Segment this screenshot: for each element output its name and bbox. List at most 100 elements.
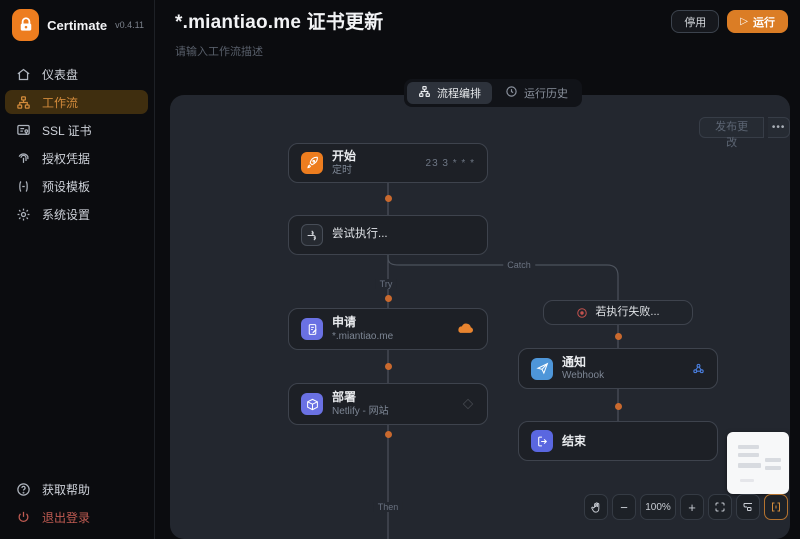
tab-run-history[interactable]: 运行历史 xyxy=(494,82,579,104)
node-try-block[interactable]: 尝试执行... xyxy=(288,215,488,255)
header-buttons: 停用 ▷ 运行 xyxy=(671,10,788,33)
add-node-dot[interactable] xyxy=(614,402,622,410)
node-on-failure[interactable]: 若执行失败... xyxy=(543,300,693,325)
sidebar-nav: 仪表盘 工作流 SSL 证书 授权凭据 预设模板 系统设置 xyxy=(5,62,148,230)
sidebar-item-label: 退出登录 xyxy=(42,510,91,525)
canvas-controls: − 100% + xyxy=(584,494,788,520)
hand-icon xyxy=(590,501,603,514)
minimap-node xyxy=(740,479,754,482)
run-button[interactable]: ▷ 运行 xyxy=(727,10,788,33)
node-notify[interactable]: 通知 Webhook xyxy=(518,348,718,389)
node-title: 尝试执行... xyxy=(332,228,388,241)
minimap-node xyxy=(765,466,781,470)
node-deploy[interactable]: 部署 Netlify - 网站 xyxy=(288,383,488,425)
flow-icon xyxy=(418,85,431,101)
template-icon xyxy=(15,178,31,194)
lock-icon xyxy=(12,9,40,41)
node-subtitle: Netlify - 网站 xyxy=(332,405,389,417)
fit-view-icon xyxy=(714,501,726,513)
app-name: Certimate xyxy=(47,17,108,33)
plus-icon: + xyxy=(688,499,696,515)
node-end[interactable]: 结束 xyxy=(518,421,718,461)
node-cron-expression: 23 3 * * * xyxy=(425,157,475,169)
add-node-dot[interactable] xyxy=(384,194,392,202)
auto-layout-icon xyxy=(742,501,754,513)
split-icon xyxy=(301,224,323,246)
minimap-node xyxy=(738,445,759,449)
workflow-canvas[interactable]: 发布更改 ••• Try Catch Then 开始 定时 23 3 * * *… xyxy=(170,95,790,539)
publish-changes-button[interactable]: 发布更改 xyxy=(699,117,765,149)
run-button-label: 运行 xyxy=(753,16,775,29)
zoom-in-button[interactable]: + xyxy=(680,494,704,520)
minimap-node xyxy=(765,458,781,462)
sidebar-item-logout[interactable]: 退出登录 xyxy=(5,505,148,529)
sidebar-item-label: 工作流 xyxy=(42,95,79,110)
settings-icon xyxy=(15,206,31,222)
sidebar-item-ssl-certificates[interactable]: SSL 证书 xyxy=(5,118,148,142)
branch-label-then: Then xyxy=(373,502,403,512)
zoom-level-button[interactable]: 100% xyxy=(640,494,676,520)
certimate-app: Certimate v0.4.11 仪表盘 工作流 SSL 证书 授权凭据 预设… xyxy=(0,0,800,539)
help-icon xyxy=(15,481,31,497)
dashboard-icon xyxy=(15,66,31,82)
tab-label: 运行历史 xyxy=(524,88,568,100)
canvas-tabbar: 流程编排 运行历史 xyxy=(404,79,582,107)
branch-label-try: Try xyxy=(375,279,397,289)
scroll-pen-icon xyxy=(301,318,323,340)
minus-icon: − xyxy=(620,499,628,515)
node-subtitle: *.miantiao.me xyxy=(332,330,394,342)
minimap-node xyxy=(738,463,761,468)
minimap-toggle-icon xyxy=(770,501,782,513)
sidebar-item-templates[interactable]: 预设模板 xyxy=(5,174,148,198)
webhook-icon xyxy=(692,362,705,375)
add-node-dot[interactable] xyxy=(384,362,392,370)
sidebar-item-label: 系统设置 xyxy=(42,207,91,222)
sidebar: Certimate v0.4.11 仪表盘 工作流 SSL 证书 授权凭据 预设… xyxy=(0,0,155,539)
record-icon xyxy=(576,307,588,319)
minimap[interactable] xyxy=(727,432,789,494)
certificate-icon xyxy=(15,122,31,138)
tab-flow-editor[interactable]: 流程编排 xyxy=(407,82,492,104)
workflow-description-input[interactable]: 请输入工作流描述 xyxy=(175,43,263,59)
node-start[interactable]: 开始 定时 23 3 * * * xyxy=(288,143,488,183)
rocket-icon xyxy=(301,152,323,174)
more-options-button[interactable]: ••• xyxy=(768,117,790,138)
play-icon: ▷ xyxy=(740,16,748,27)
exit-icon xyxy=(531,430,553,452)
paper-plane-icon xyxy=(531,357,553,380)
app-logo-row: Certimate v0.4.11 xyxy=(0,0,154,41)
node-subtitle: 定时 xyxy=(332,164,352,176)
node-title: 开始 xyxy=(332,149,357,164)
page-title: *.miantiao.me 证书更新 xyxy=(175,12,384,33)
netlify-icon xyxy=(461,397,475,411)
publish-row: 发布更改 ••• xyxy=(699,117,790,149)
disable-button[interactable]: 停用 xyxy=(671,10,720,33)
app-version: v0.4.11 xyxy=(115,20,144,30)
auto-layout-button[interactable] xyxy=(736,494,760,520)
sidebar-item-label: SSL 证书 xyxy=(42,123,92,138)
workflow-icon xyxy=(15,94,31,110)
fit-view-button[interactable] xyxy=(708,494,732,520)
minimap-node xyxy=(738,453,759,457)
minimap-toggle-button[interactable] xyxy=(764,494,788,520)
logout-icon xyxy=(15,509,31,525)
sidebar-item-help[interactable]: 获取帮助 xyxy=(5,477,148,501)
add-node-dot[interactable] xyxy=(384,430,392,438)
credentials-icon xyxy=(15,150,31,166)
node-apply[interactable]: 申请 *.miantiao.me xyxy=(288,308,488,350)
cloudflare-icon xyxy=(457,323,475,335)
sidebar-item-label: 获取帮助 xyxy=(42,482,91,497)
add-node-dot[interactable] xyxy=(384,294,392,302)
zoom-out-button[interactable]: − xyxy=(612,494,636,520)
sidebar-item-settings[interactable]: 系统设置 xyxy=(5,202,148,226)
node-title: 通知 xyxy=(562,354,587,369)
pan-hand-button[interactable] xyxy=(584,494,608,520)
branch-label-catch: Catch xyxy=(503,260,535,270)
sidebar-item-label: 授权凭据 xyxy=(42,151,91,166)
add-node-dot[interactable] xyxy=(614,332,622,340)
history-icon xyxy=(505,85,518,101)
tab-label: 流程编排 xyxy=(437,88,481,100)
sidebar-item-dashboard[interactable]: 仪表盘 xyxy=(5,62,148,86)
sidebar-item-workflows[interactable]: 工作流 xyxy=(5,90,148,114)
sidebar-item-credentials[interactable]: 授权凭据 xyxy=(5,146,148,170)
